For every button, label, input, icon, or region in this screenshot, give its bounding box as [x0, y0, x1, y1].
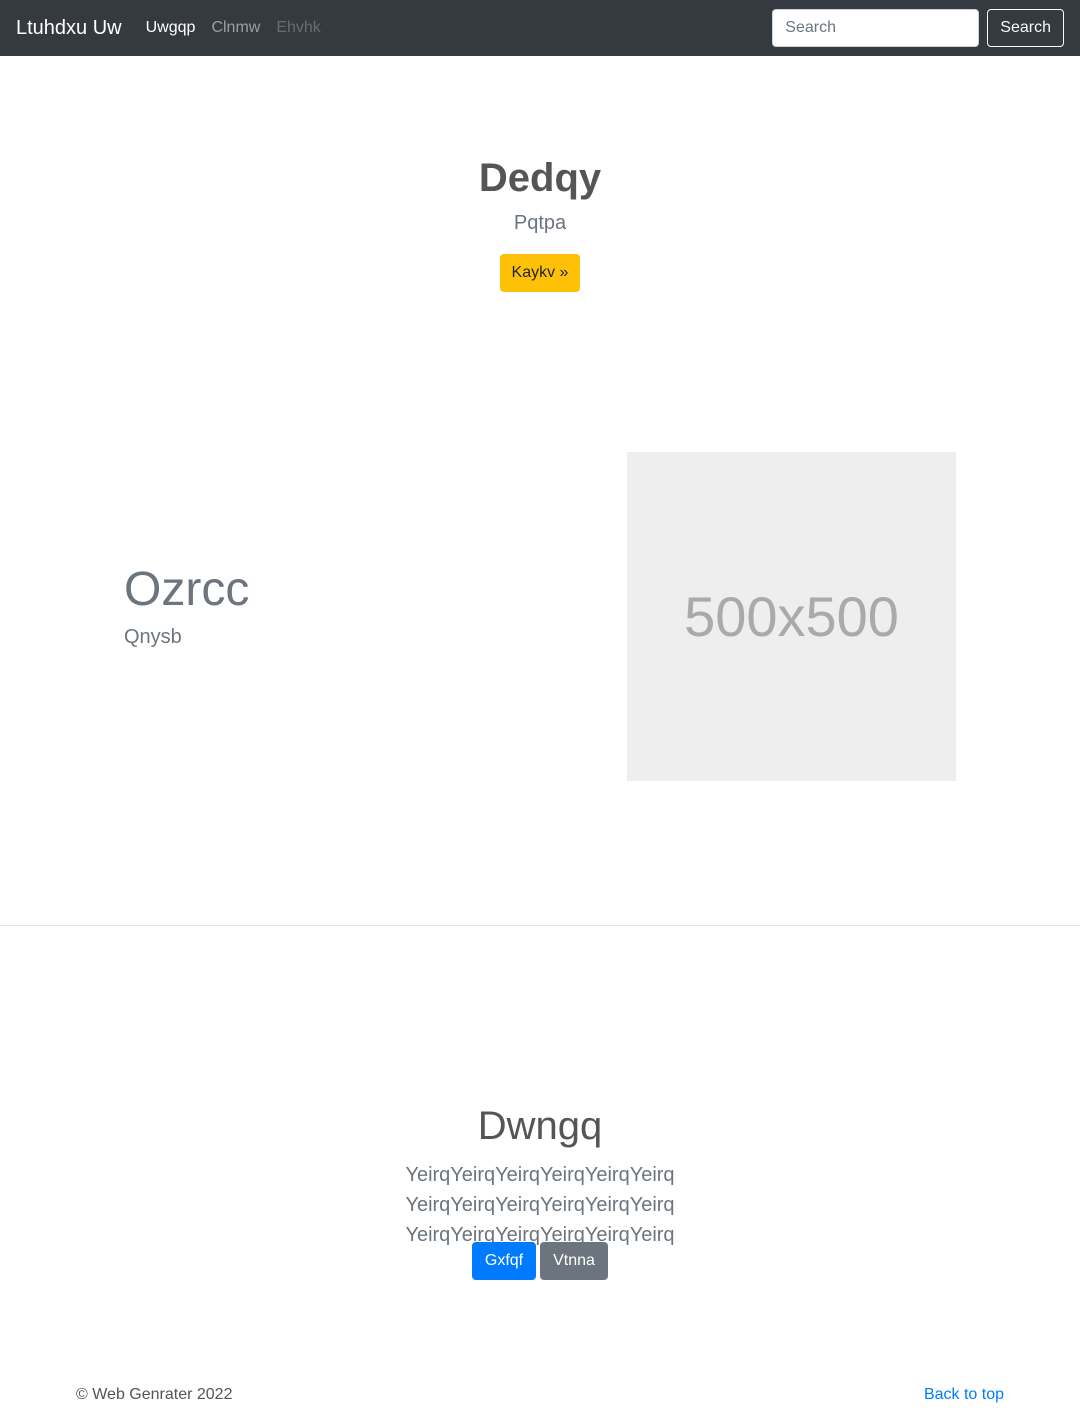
section-divider [0, 925, 1080, 926]
nav-link-uwgqp[interactable]: Uwgqp [146, 19, 196, 37]
hero-cta-button[interactable]: Kaykv » [500, 254, 580, 292]
section-text: YeirqYeirqYeirqYeirqYeirqYeirq YeirqYeir… [405, 1164, 675, 1246]
feature-placeholder-image: 500x500 [627, 452, 956, 781]
placeholder-image-label: 500x500 [684, 585, 899, 648]
nav-link-clnmw[interactable]: Clnmw [211, 19, 260, 37]
search-form: Search [772, 9, 1064, 47]
section-buttons: Gxfqf Vtnna [0, 1242, 1080, 1280]
navbar-brand[interactable]: Ltuhdxu Uw [16, 17, 122, 40]
footer-copyright: © Web Genrater 2022 [76, 1386, 233, 1403]
feature-subheading: Qnysb [124, 626, 182, 648]
feature-heading: Ozrcc [124, 563, 250, 616]
primary-button[interactable]: Gxfqf [472, 1242, 536, 1280]
nav-links: Uwgqp Clnmw Ehvhk [146, 19, 321, 37]
hero-title: Dedqy [478, 156, 602, 200]
nav-link-ehvhk: Ehvhk [276, 19, 321, 36]
back-to-top-link[interactable]: Back to top [924, 1386, 1004, 1404]
hero-subtitle: Pqtpa [513, 212, 567, 234]
secondary-button[interactable]: Vtnna [540, 1242, 608, 1280]
search-input[interactable] [772, 9, 980, 47]
navbar: Ltuhdxu Uw Uwgqp Clnmw Ehvhk Search [0, 0, 1080, 56]
section-title: Dwngq [477, 1104, 603, 1148]
search-button[interactable]: Search [987, 9, 1064, 47]
